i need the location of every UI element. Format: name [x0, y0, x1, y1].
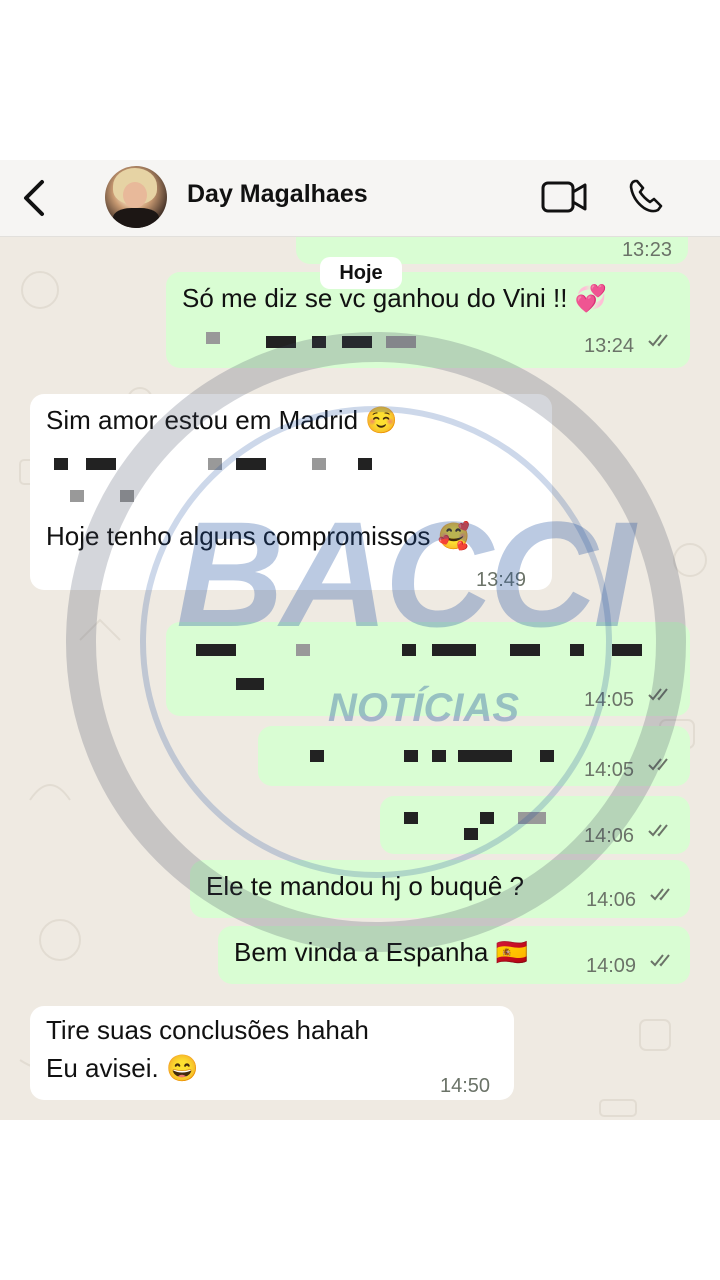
redacted-text: [432, 750, 446, 762]
avatar[interactable]: [105, 166, 167, 228]
message-time: 13:24: [584, 335, 635, 357]
message-text: Sim amor estou em Madrid ☺️: [46, 405, 398, 435]
phone-icon[interactable]: [628, 178, 664, 214]
video-camera-icon[interactable]: [541, 180, 587, 214]
date-chip: Hoje: [320, 257, 402, 289]
message-time: 13:23: [621, 239, 672, 261]
redacted-text: [236, 678, 264, 690]
message-bubble-incoming[interactable]: Tire suas conclusões hahah Eu avisei. 😄 …: [30, 1006, 514, 1100]
message-time: 14:06: [586, 889, 637, 911]
message-time: 14:06: [584, 825, 635, 847]
read-receipt-icon: [648, 688, 668, 701]
message-text: Ele te mandou hj o buquê ?: [206, 871, 525, 901]
redacted-text: [358, 458, 372, 470]
read-receipt-icon: [650, 888, 670, 901]
chat-screenshot: Day Magalhaes 13:23 Hoje Só me diz se vc…: [0, 160, 720, 1120]
redacted-text: [540, 750, 554, 762]
redacted-text: [236, 458, 266, 470]
redacted-text: [458, 750, 512, 762]
redacted-text: [386, 336, 416, 348]
redacted-text: [404, 750, 418, 762]
contact-name[interactable]: Day Magalhaes: [187, 180, 368, 209]
chevron-left-icon[interactable]: [18, 178, 52, 218]
chat-header: Day Magalhaes: [0, 160, 720, 237]
redacted-text: [296, 644, 310, 656]
redacted-text: [120, 490, 134, 502]
read-receipt-icon: [648, 334, 668, 347]
redacted-text: [196, 644, 236, 656]
redacted-text: [480, 812, 494, 824]
read-receipt-icon: [648, 824, 668, 837]
message-text: Eu avisei. 😄: [46, 1053, 199, 1083]
redacted-text: [402, 644, 416, 656]
read-receipt-icon: [650, 954, 670, 967]
redacted-text: [54, 458, 68, 470]
message-bubble-outgoing[interactable]: 14:05: [166, 622, 690, 716]
message-bubble-outgoing[interactable]: Bem vinda a Espanha 🇪🇸 14:09: [218, 926, 690, 984]
redacted-text: [208, 458, 222, 470]
message-time: 14:05: [584, 689, 635, 711]
message-text: Bem vinda a Espanha 🇪🇸: [234, 937, 528, 967]
message-bubble-incoming[interactable]: Sim amor estou em Madrid ☺️ Hoje tenho a…: [30, 394, 552, 591]
message-time: 14:09: [586, 955, 637, 977]
redacted-text: [312, 458, 326, 470]
redacted-text: [464, 828, 478, 840]
message-text: Tire suas conclusões hahah: [46, 1015, 369, 1045]
redacted-text: [570, 644, 584, 656]
redacted-text: [342, 336, 372, 348]
message-text: Hoje tenho alguns compromissos 🥰: [46, 521, 471, 551]
message-bubble-outgoing[interactable]: Ele te mandou hj o buquê ? 14:06: [190, 860, 690, 918]
message-bubble-outgoing[interactable]: 14:05: [258, 726, 690, 786]
redacted-text: [310, 750, 324, 762]
redacted-text: [86, 458, 116, 470]
read-receipt-icon: [648, 758, 668, 771]
redacted-text: [70, 490, 84, 502]
redacted-text: [312, 336, 326, 348]
redacted-text: [432, 644, 476, 656]
redacted-text: [518, 812, 546, 824]
message-time: 13:49: [476, 569, 527, 591]
message-bubble-outgoing[interactable]: Só me diz se vc ganhou do Vini !! 💞 13:2…: [166, 272, 690, 368]
message-time: 14:50: [440, 1075, 491, 1097]
redacted-text: [206, 332, 220, 344]
redacted-text: [612, 644, 642, 656]
redacted-text: [510, 644, 540, 656]
redacted-text: [404, 812, 418, 824]
redacted-text: [266, 336, 296, 348]
message-bubble-outgoing[interactable]: 14:06: [380, 796, 690, 854]
message-time: 14:05: [584, 759, 635, 781]
